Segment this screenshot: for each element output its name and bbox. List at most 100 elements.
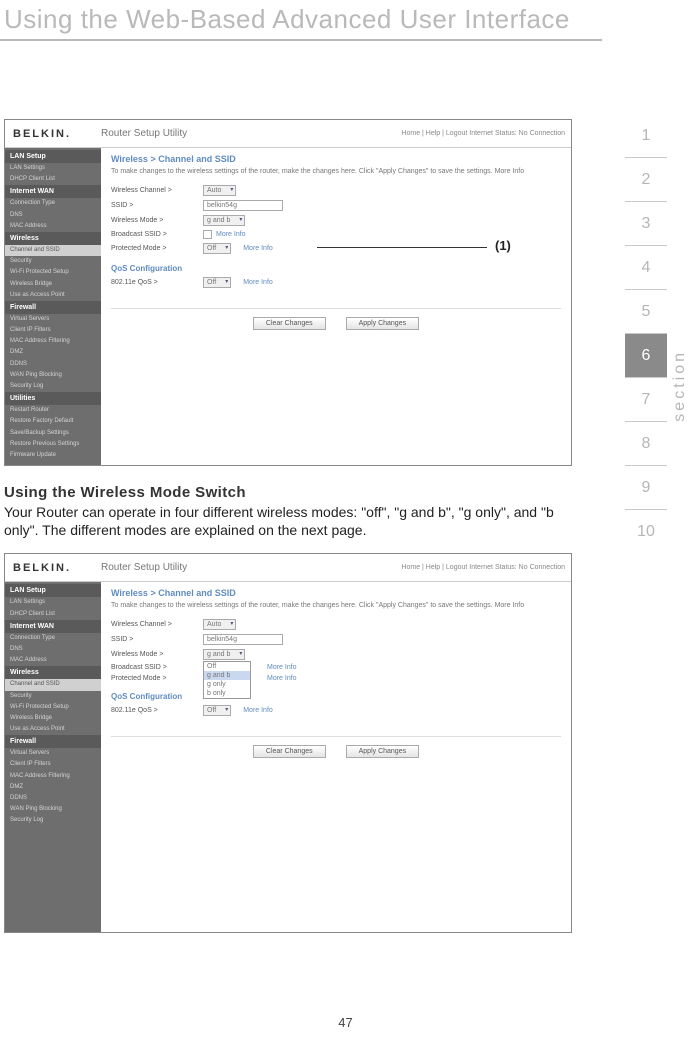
- side-item[interactable]: WAN Ping Blocking: [5, 804, 101, 815]
- side-item[interactable]: Wi-Fi Protected Setup: [5, 267, 101, 278]
- nav-5[interactable]: 5: [625, 290, 667, 334]
- ssid-label: SSID >: [111, 202, 203, 209]
- top-links[interactable]: Home | Help | Logout Internet Status: No…: [401, 564, 571, 571]
- qos-label: 802.11e QoS >: [111, 707, 203, 714]
- protected-select[interactable]: Off: [203, 243, 231, 254]
- nav-7[interactable]: 7: [625, 378, 667, 422]
- screenshot-1: BELKIN. Router Setup Utility Home | Help…: [4, 119, 572, 466]
- more-info-link[interactable]: More Info: [243, 707, 273, 714]
- nav-1[interactable]: 1: [625, 114, 667, 158]
- side-item[interactable]: Connection Type: [5, 633, 101, 644]
- side-item[interactable]: LAN Settings: [5, 163, 101, 174]
- top-links[interactable]: Home | Help | Logout Internet Status: No…: [401, 130, 571, 137]
- side-item[interactable]: DDNS: [5, 359, 101, 370]
- side-item[interactable]: Firmware Update: [5, 450, 101, 461]
- apply-changes-button[interactable]: Apply Changes: [346, 317, 419, 330]
- more-info-link[interactable]: More Info: [267, 675, 297, 682]
- side-item[interactable]: DNS: [5, 210, 101, 221]
- more-info-link[interactable]: More Info: [216, 231, 246, 238]
- side-item[interactable]: Save/Backup Settings: [5, 428, 101, 439]
- side-item[interactable]: Security Log: [5, 815, 101, 826]
- side-item[interactable]: Virtual Servers: [5, 748, 101, 759]
- side-item[interactable]: Wireless Bridge: [5, 713, 101, 724]
- side-item[interactable]: Wireless Bridge: [5, 279, 101, 290]
- side-item[interactable]: LAN Settings: [5, 597, 101, 608]
- side-item[interactable]: DHCP Client List: [5, 174, 101, 185]
- mode-option-off[interactable]: Off: [204, 662, 250, 671]
- side-item[interactable]: Security: [5, 256, 101, 267]
- side-item[interactable]: Wi-Fi Protected Setup: [5, 702, 101, 713]
- nav-3[interactable]: 3: [625, 202, 667, 246]
- channel-label: Wireless Channel >: [111, 621, 203, 628]
- side-wireless: Wireless: [5, 232, 101, 245]
- nav-2[interactable]: 2: [625, 158, 667, 202]
- screenshot-2: BELKIN. Router Setup Utility Home | Help…: [4, 553, 572, 933]
- section-label: section: [671, 350, 689, 422]
- channel-select[interactable]: Auto: [203, 619, 236, 630]
- protected-label: Protected Mode >: [111, 675, 203, 682]
- side-firewall: Firewall: [5, 301, 101, 314]
- mode-option-gonly[interactable]: g only: [204, 680, 250, 689]
- more-info-link[interactable]: More Info: [267, 664, 297, 671]
- side-item[interactable]: DMZ: [5, 347, 101, 358]
- side-item[interactable]: Restore Previous Settings: [5, 439, 101, 450]
- broadcast-checkbox[interactable]: [203, 230, 212, 239]
- side-item[interactable]: Use as Access Point: [5, 724, 101, 735]
- qos-label: 802.11e QoS >: [111, 279, 203, 286]
- qos-title: QoS Configuration: [111, 692, 561, 701]
- side-item[interactable]: MAC Address Filtering: [5, 336, 101, 347]
- side-item[interactable]: Virtual Servers: [5, 314, 101, 325]
- side-item[interactable]: DMZ: [5, 782, 101, 793]
- desc-text: To make changes to the wireless settings…: [111, 602, 561, 609]
- nav-8[interactable]: 8: [625, 422, 667, 466]
- side-item[interactable]: Restore Factory Default: [5, 416, 101, 427]
- clear-changes-button[interactable]: Clear Changes: [253, 745, 326, 758]
- nav-9[interactable]: 9: [625, 466, 667, 510]
- mode-label: Wireless Mode >: [111, 651, 203, 658]
- nav-6[interactable]: 6: [625, 334, 667, 378]
- nav-10[interactable]: 10: [625, 510, 667, 554]
- breadcrumb: Wireless > Channel and SSID: [111, 588, 561, 598]
- mode-dropdown-open[interactable]: Off g and b g only b only: [203, 661, 251, 699]
- side-item[interactable]: Security Log: [5, 381, 101, 392]
- side-item[interactable]: DNS: [5, 644, 101, 655]
- side-item[interactable]: DDNS: [5, 793, 101, 804]
- side-lan: LAN Setup: [5, 150, 101, 163]
- side-item[interactable]: Restart Router: [5, 405, 101, 416]
- ssid-input[interactable]: belkin54g: [203, 634, 283, 645]
- broadcast-label: Broadcast SSID >: [111, 231, 203, 238]
- side-item[interactable]: Security: [5, 691, 101, 702]
- side-item[interactable]: MAC Address: [5, 655, 101, 666]
- ss2-main: Wireless > Channel and SSID To make chan…: [101, 582, 571, 932]
- side-channel-ssid[interactable]: Channel and SSID: [5, 245, 101, 256]
- ssid-input[interactable]: belkin54g: [203, 200, 283, 211]
- belkin-logo: BELKIN.: [5, 562, 101, 574]
- mode-select[interactable]: g and b: [203, 649, 245, 660]
- more-info-link[interactable]: More Info: [243, 279, 273, 286]
- mode-select[interactable]: g and b: [203, 215, 245, 226]
- qos-select[interactable]: Off: [203, 277, 231, 288]
- side-item[interactable]: Client IP Filters: [5, 759, 101, 770]
- mode-option-gandb[interactable]: g and b: [204, 671, 250, 680]
- side-item[interactable]: Use as Access Point: [5, 290, 101, 301]
- side-channel-ssid[interactable]: Channel and SSID: [5, 679, 101, 690]
- ss2-header: BELKIN. Router Setup Utility Home | Help…: [5, 554, 571, 582]
- side-item[interactable]: DHCP Client List: [5, 609, 101, 620]
- side-item[interactable]: WAN Ping Blocking: [5, 370, 101, 381]
- clear-changes-button[interactable]: Clear Changes: [253, 317, 326, 330]
- page-title: Using the Web-Based Advanced User Interf…: [0, 0, 602, 41]
- side-item[interactable]: MAC Address Filtering: [5, 771, 101, 782]
- router-setup-title: Router Setup Utility: [101, 128, 401, 139]
- breadcrumb: Wireless > Channel and SSID: [111, 154, 561, 164]
- belkin-logo: BELKIN.: [5, 128, 101, 140]
- apply-changes-button[interactable]: Apply Changes: [346, 745, 419, 758]
- side-item[interactable]: Client IP Filters: [5, 325, 101, 336]
- side-item[interactable]: Connection Type: [5, 198, 101, 209]
- desc-text: To make changes to the wireless settings…: [111, 168, 561, 175]
- qos-select[interactable]: Off: [203, 705, 231, 716]
- channel-select[interactable]: Auto: [203, 185, 236, 196]
- nav-4[interactable]: 4: [625, 246, 667, 290]
- side-item[interactable]: MAC Address: [5, 221, 101, 232]
- more-info-link[interactable]: More Info: [243, 245, 273, 252]
- mode-option-bonly[interactable]: b only: [204, 689, 250, 698]
